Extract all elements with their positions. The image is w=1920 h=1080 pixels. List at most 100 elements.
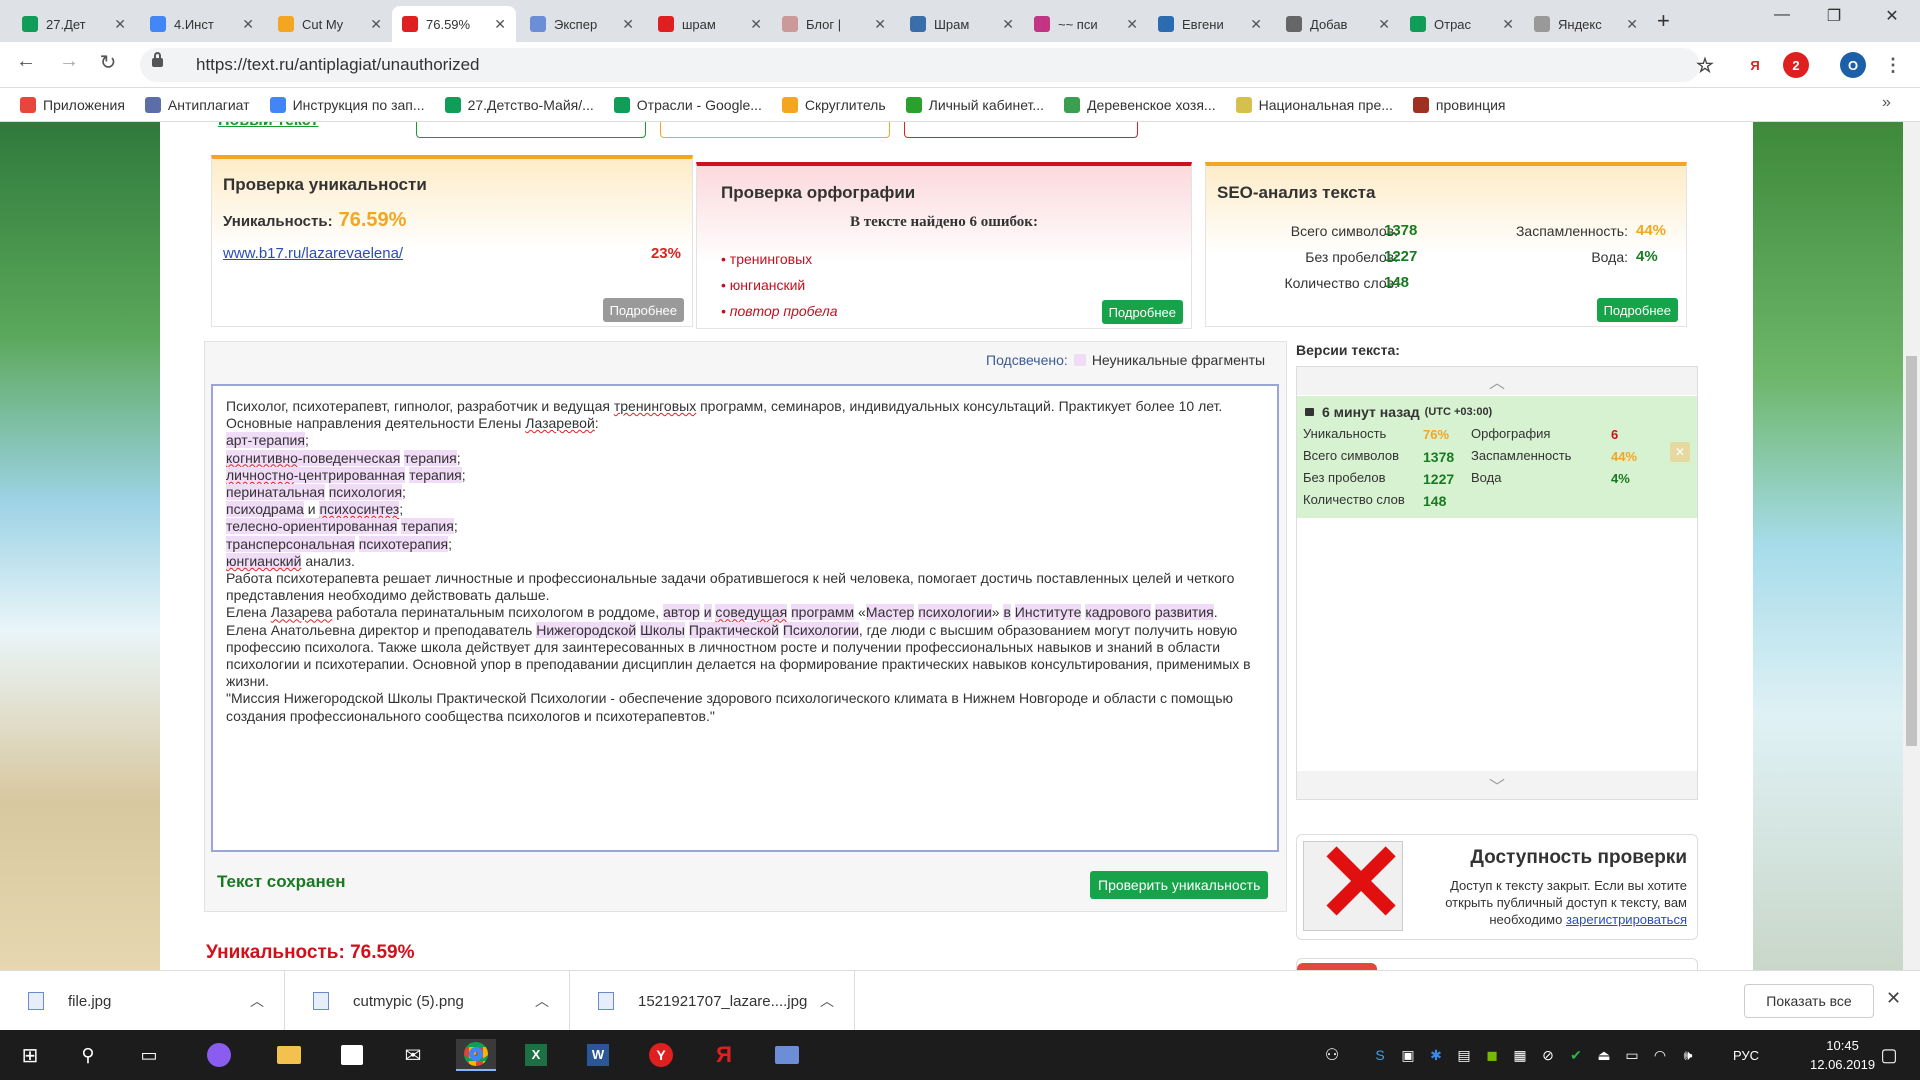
alice-icon[interactable] [207, 1043, 231, 1067]
close-tab-icon[interactable]: ✕ [242, 16, 254, 33]
bookmark-item[interactable]: Скруглитель [781, 96, 886, 113]
store-icon[interactable] [336, 1039, 368, 1071]
tab-title: 27.Дет [46, 16, 86, 32]
header-tab-3[interactable] [904, 122, 1138, 138]
task-view-icon[interactable]: ▭ [133, 1039, 165, 1071]
close-tab-icon[interactable]: ✕ [1250, 16, 1262, 33]
versions-scroll-down-icon[interactable]: ﹀ [1297, 771, 1697, 799]
register-link[interactable]: зарегистрироваться [1566, 912, 1687, 927]
new-tab-button[interactable]: + [1657, 8, 1670, 34]
close-tab-icon[interactable]: ✕ [874, 16, 886, 33]
download-item[interactable]: cutmypic (5).png ︿ [285, 971, 570, 1031]
back-button[interactable]: ← [12, 50, 40, 73]
close-tab-icon[interactable]: ✕ [750, 16, 762, 33]
browser-tab[interactable]: 76.59% ✕ [392, 6, 516, 42]
close-window-button[interactable]: ✕ [1877, 6, 1907, 26]
browser-tab[interactable]: шрам ✕ [648, 6, 772, 42]
bookmark-item[interactable]: 27.Детство-Майя/... [444, 96, 594, 113]
browser-tab[interactable]: Экспер ✕ [520, 6, 644, 42]
bookmark-icon [1064, 96, 1081, 113]
header-tab-2[interactable] [660, 122, 890, 138]
yandex-extension-icon[interactable]: Я [1742, 52, 1768, 78]
bookmark-item[interactable]: провинция [1412, 96, 1505, 113]
yandex-icon[interactable]: Я [708, 1039, 740, 1071]
browser-tab[interactable]: Евгени ✕ [1148, 6, 1272, 42]
bookmark-star-icon[interactable]: ☆ [1692, 52, 1718, 78]
header-tab-1[interactable] [416, 122, 646, 138]
new-text-link[interactable]: Новый текст [218, 122, 330, 130]
source-link[interactable]: www.b17.ru/lazarevaelena/ [223, 245, 403, 262]
check-uniqueness-button[interactable]: Проверить уникальность [1090, 871, 1269, 899]
minimize-button[interactable]: — [1767, 6, 1797, 24]
close-downloads-icon[interactable]: ✕ [1886, 988, 1901, 1009]
extension-badge-icon[interactable]: 2 [1783, 52, 1809, 78]
bookmark-item[interactable]: Инструкция по зап... [269, 96, 425, 113]
people-icon[interactable]: ⚇ [1316, 1039, 1348, 1071]
browser-tab[interactable]: Блог | ✕ [772, 6, 896, 42]
download-item[interactable]: file.jpg ︿ [0, 971, 285, 1031]
clock[interactable]: 10:45 12.06.2019 [1810, 1036, 1875, 1074]
screenshot-tool-icon[interactable] [771, 1039, 803, 1071]
reload-button[interactable]: ↻ [94, 50, 122, 75]
volume-icon[interactable]: 🕪 [1672, 1039, 1704, 1071]
lock-icon[interactable] [152, 52, 163, 67]
version-item[interactable]: 6 минут назад (UTC +03:00) Уникальность … [1297, 396, 1697, 518]
word-icon[interactable]: W [582, 1039, 614, 1071]
browser-tab[interactable]: Шрам ✕ [900, 6, 1024, 42]
close-tab-icon[interactable]: ✕ [370, 16, 382, 33]
version-delete-icon[interactable]: ✕ [1670, 442, 1690, 462]
bookmark-item[interactable]: Отрасли - Google... [613, 96, 762, 113]
search-icon[interactable]: ⚲ [72, 1039, 104, 1071]
browser-tab[interactable]: Cut My ✕ [268, 6, 392, 42]
close-tab-icon[interactable]: ✕ [1126, 16, 1138, 33]
browser-tab[interactable]: Добав ✕ [1276, 6, 1400, 42]
download-item[interactable]: 1521921707_lazare....jpg ︿ [570, 971, 855, 1031]
chevron-up-icon[interactable]: ︿ [250, 991, 264, 1011]
browser-tab[interactable]: Яндекс ✕ [1524, 6, 1648, 42]
bookmark-item[interactable]: Антиплагиат [144, 96, 250, 113]
bookmark-item[interactable]: Приложения [20, 96, 125, 113]
maximize-button[interactable]: ❐ [1819, 6, 1849, 26]
close-tab-icon[interactable]: ✕ [494, 16, 506, 33]
bookmark-item[interactable]: Деревенское хозя... [1064, 96, 1216, 113]
show-all-downloads-button[interactable]: Показать все [1744, 984, 1874, 1018]
bookmark-item[interactable]: Личный кабинет... [905, 96, 1044, 113]
browser-tab[interactable]: ~~ пси ✕ [1024, 6, 1148, 42]
language-indicator[interactable]: РУС [1726, 1039, 1766, 1071]
close-tab-icon[interactable]: ✕ [1002, 16, 1014, 33]
file-explorer-icon[interactable] [273, 1039, 305, 1071]
close-tab-icon[interactable]: ✕ [1502, 16, 1514, 33]
uniqueness-more-button[interactable]: Подробнее [602, 298, 684, 322]
close-tab-icon[interactable]: ✕ [114, 16, 126, 33]
close-tab-icon[interactable]: ✕ [622, 16, 634, 33]
spelling-error-2[interactable]: • юнгианский [721, 272, 838, 298]
bookmark-item[interactable]: Национальная пре... [1235, 96, 1393, 113]
address-bar[interactable]: https://text.ru/antiplagiat/unauthorized [140, 48, 1700, 82]
chevron-up-icon[interactable]: ︿ [535, 991, 549, 1011]
excel-icon[interactable]: X [520, 1039, 552, 1071]
avatar[interactable]: O [1840, 52, 1866, 78]
browser-tab[interactable]: 4.Инст ✕ [140, 6, 264, 42]
checked-text[interactable]: Психолог, психотерапевт, гипнолог, разра… [211, 384, 1279, 852]
tab-title: Евгени [1182, 16, 1224, 32]
spelling-error-3[interactable]: • повтор пробела [721, 298, 838, 324]
notifications-icon[interactable]: ▢ [1873, 1039, 1905, 1071]
versions-scroll-up-icon[interactable]: ︿ [1297, 367, 1697, 395]
forward-button[interactable]: → [55, 50, 83, 73]
access-title: Доступность проверки [1470, 847, 1687, 868]
bookmarks-overflow[interactable]: » [1882, 94, 1891, 112]
yandex-browser-icon[interactable]: Y [645, 1039, 677, 1071]
spelling-more-button[interactable]: Подробнее [1101, 300, 1183, 324]
chrome-icon[interactable] [456, 1039, 496, 1071]
spelling-error-1[interactable]: • тренинговых [721, 246, 838, 272]
chevron-up-icon[interactable]: ︿ [820, 991, 834, 1011]
page-scrollbar[interactable] [1903, 122, 1920, 970]
browser-tab[interactable]: 27.Дет ✕ [12, 6, 136, 42]
close-tab-icon[interactable]: ✕ [1626, 16, 1638, 33]
close-tab-icon[interactable]: ✕ [1378, 16, 1390, 33]
menu-dots-icon[interactable]: ⋮ [1880, 52, 1906, 78]
seo-more-button[interactable]: Подробнее [1596, 298, 1678, 322]
windows-start-icon[interactable]: ⊞ [14, 1039, 46, 1071]
browser-tab[interactable]: Отрас ✕ [1400, 6, 1524, 42]
mail-icon[interactable]: ✉ [397, 1039, 429, 1071]
